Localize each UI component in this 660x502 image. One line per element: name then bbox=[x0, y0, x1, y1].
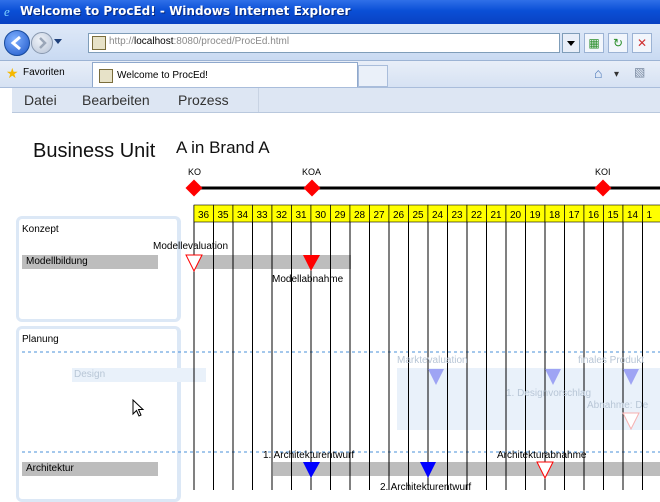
week-label: 25 bbox=[413, 210, 425, 221]
row-architektur-label: Architektur bbox=[26, 463, 74, 474]
mouse-cursor-icon bbox=[132, 399, 146, 419]
week-label: 19 bbox=[530, 210, 542, 221]
week-label: 22 bbox=[471, 210, 483, 221]
week-label: 33 bbox=[257, 210, 269, 221]
milestone-ko-label: KO bbox=[188, 167, 201, 177]
milestone-koa-marker[interactable] bbox=[304, 180, 321, 197]
annotation-architekturentwurf2: 2. Architekturentwurf bbox=[380, 482, 471, 493]
week-label: 36 bbox=[198, 210, 210, 221]
row-modellbildung-label: Modellbildung bbox=[26, 256, 88, 267]
week-label: 15 bbox=[608, 210, 620, 221]
week-label: 24 bbox=[432, 210, 444, 221]
week-label: 26 bbox=[393, 210, 405, 221]
week-label: 28 bbox=[354, 210, 366, 221]
annotation-modellabnahme: Modellabnahme bbox=[272, 274, 343, 285]
annotation-modellevaluation: Modellevaluation bbox=[153, 241, 228, 252]
week-label: 29 bbox=[335, 210, 347, 221]
week-label: 21 bbox=[491, 210, 503, 221]
week-label: 23 bbox=[452, 210, 464, 221]
week-label: 35 bbox=[218, 210, 230, 221]
annotation-designvorschlag: 1. Designvorschlag bbox=[506, 388, 591, 399]
week-label: 27 bbox=[374, 210, 386, 221]
week-grid: 36 35 34 33 32 31 30 29 28 27 26 25 24 23 22 21 20 19 18 17… bbox=[194, 205, 660, 490]
milestone-koi-label: KOI bbox=[595, 167, 611, 177]
week-label: 16 bbox=[588, 210, 600, 221]
week-label: 30 bbox=[315, 210, 327, 221]
week-label: 32 bbox=[276, 210, 288, 221]
milestone-koa-label: KOA bbox=[302, 167, 321, 177]
timeline-chart: 36 35 34 33 32 31 30 29 28 27 26 25 24 23 22 21 20 19 18 17… bbox=[0, 0, 660, 490]
annotation-marktevaluation: Marktevaluation bbox=[397, 355, 468, 366]
week-label: 34 bbox=[237, 210, 249, 221]
week-label: 17 bbox=[569, 210, 581, 221]
row-design-label: Design bbox=[74, 369, 105, 380]
annotation-architekturentwurf1: 1. Architekturentwurf bbox=[263, 450, 354, 461]
annotation-abnahme-de: Abnahme: De bbox=[587, 400, 648, 411]
milestone-koi-marker[interactable] bbox=[595, 180, 612, 197]
week-label: 1 bbox=[647, 210, 653, 221]
week-label: 20 bbox=[510, 210, 522, 221]
milestone-ko-marker[interactable] bbox=[186, 180, 203, 197]
week-label: 14 bbox=[627, 210, 639, 221]
week-label: 18 bbox=[549, 210, 561, 221]
annotation-finales-produkt: finales Produkt bbox=[578, 355, 644, 366]
week-label: 31 bbox=[296, 210, 308, 221]
annotation-architekturabnahme: Architekturabnahme bbox=[497, 450, 587, 461]
